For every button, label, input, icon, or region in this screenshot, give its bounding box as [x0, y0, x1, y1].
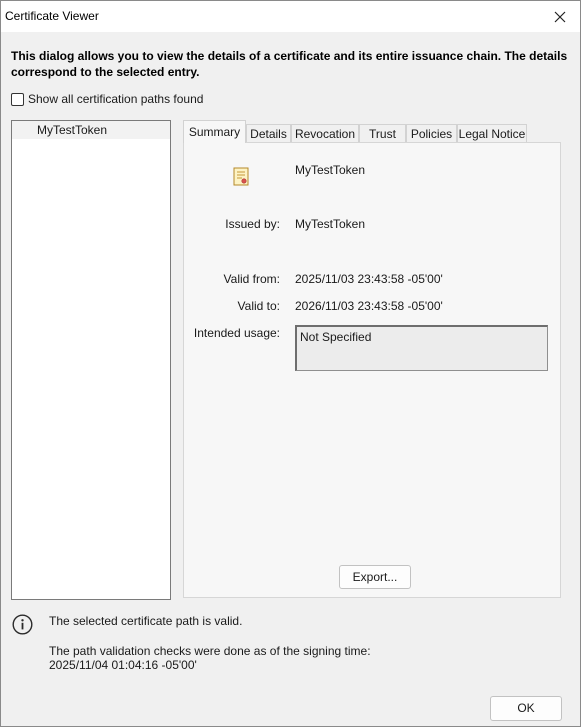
subject-name: MyTestToken	[295, 163, 366, 177]
summary-panel: MyTestToken Issued by: MyTestToken Valid…	[183, 142, 561, 598]
window-title: Certificate Viewer	[5, 9, 99, 23]
valid-from-value: 2025/11/03 23:43:58 -05'00'	[295, 272, 443, 286]
intended-usage-value: Not Specified	[300, 330, 372, 344]
valid-from-label: Valid from:	[223, 272, 280, 286]
close-icon	[554, 11, 566, 22]
certificate-tree[interactable]: MyTestToken	[11, 120, 171, 600]
tab-details[interactable]: Details	[246, 124, 291, 142]
tab-policies[interactable]: Policies	[406, 124, 457, 142]
valid-to-value: 2026/11/03 23:43:58 -05'00'	[295, 299, 443, 313]
certificate-icon	[232, 167, 252, 190]
tree-item-mytesttoken[interactable]: MyTestToken	[12, 121, 170, 139]
show-all-paths-label: Show all certification paths found	[28, 92, 204, 106]
export-button[interactable]: Export...	[339, 565, 411, 589]
tab-revocation[interactable]: Revocation	[291, 124, 359, 142]
status-valid-text: The selected certificate path is valid.	[49, 614, 243, 628]
validation-time-text: The path validation checks were done as …	[49, 644, 371, 658]
certificate-viewer-window: Certificate Viewer This dialog allows yo…	[0, 0, 581, 727]
title-bar: Certificate Viewer	[1, 1, 580, 32]
tab-summary[interactable]: Summary	[183, 120, 246, 143]
intended-usage-field[interactable]: Not Specified	[295, 325, 548, 371]
ok-button[interactable]: OK	[490, 696, 562, 721]
issued-by-value: MyTestToken	[295, 217, 366, 231]
show-all-paths-option[interactable]: Show all certification paths found	[11, 92, 203, 106]
intro-text: This dialog allows you to view the detai…	[11, 49, 568, 79]
tab-legal-notice[interactable]: Legal Notice	[457, 124, 527, 142]
tab-trust[interactable]: Trust	[359, 124, 406, 142]
show-all-paths-checkbox[interactable]	[11, 92, 24, 106]
validation-timestamp: 2025/11/04 01:04:16 -05'00'	[49, 658, 197, 672]
issued-by-label: Issued by:	[225, 217, 280, 231]
valid-to-label: Valid to:	[237, 299, 280, 313]
close-button[interactable]	[540, 1, 580, 32]
intended-usage-label: Intended usage:	[193, 326, 280, 340]
info-icon	[12, 614, 33, 638]
